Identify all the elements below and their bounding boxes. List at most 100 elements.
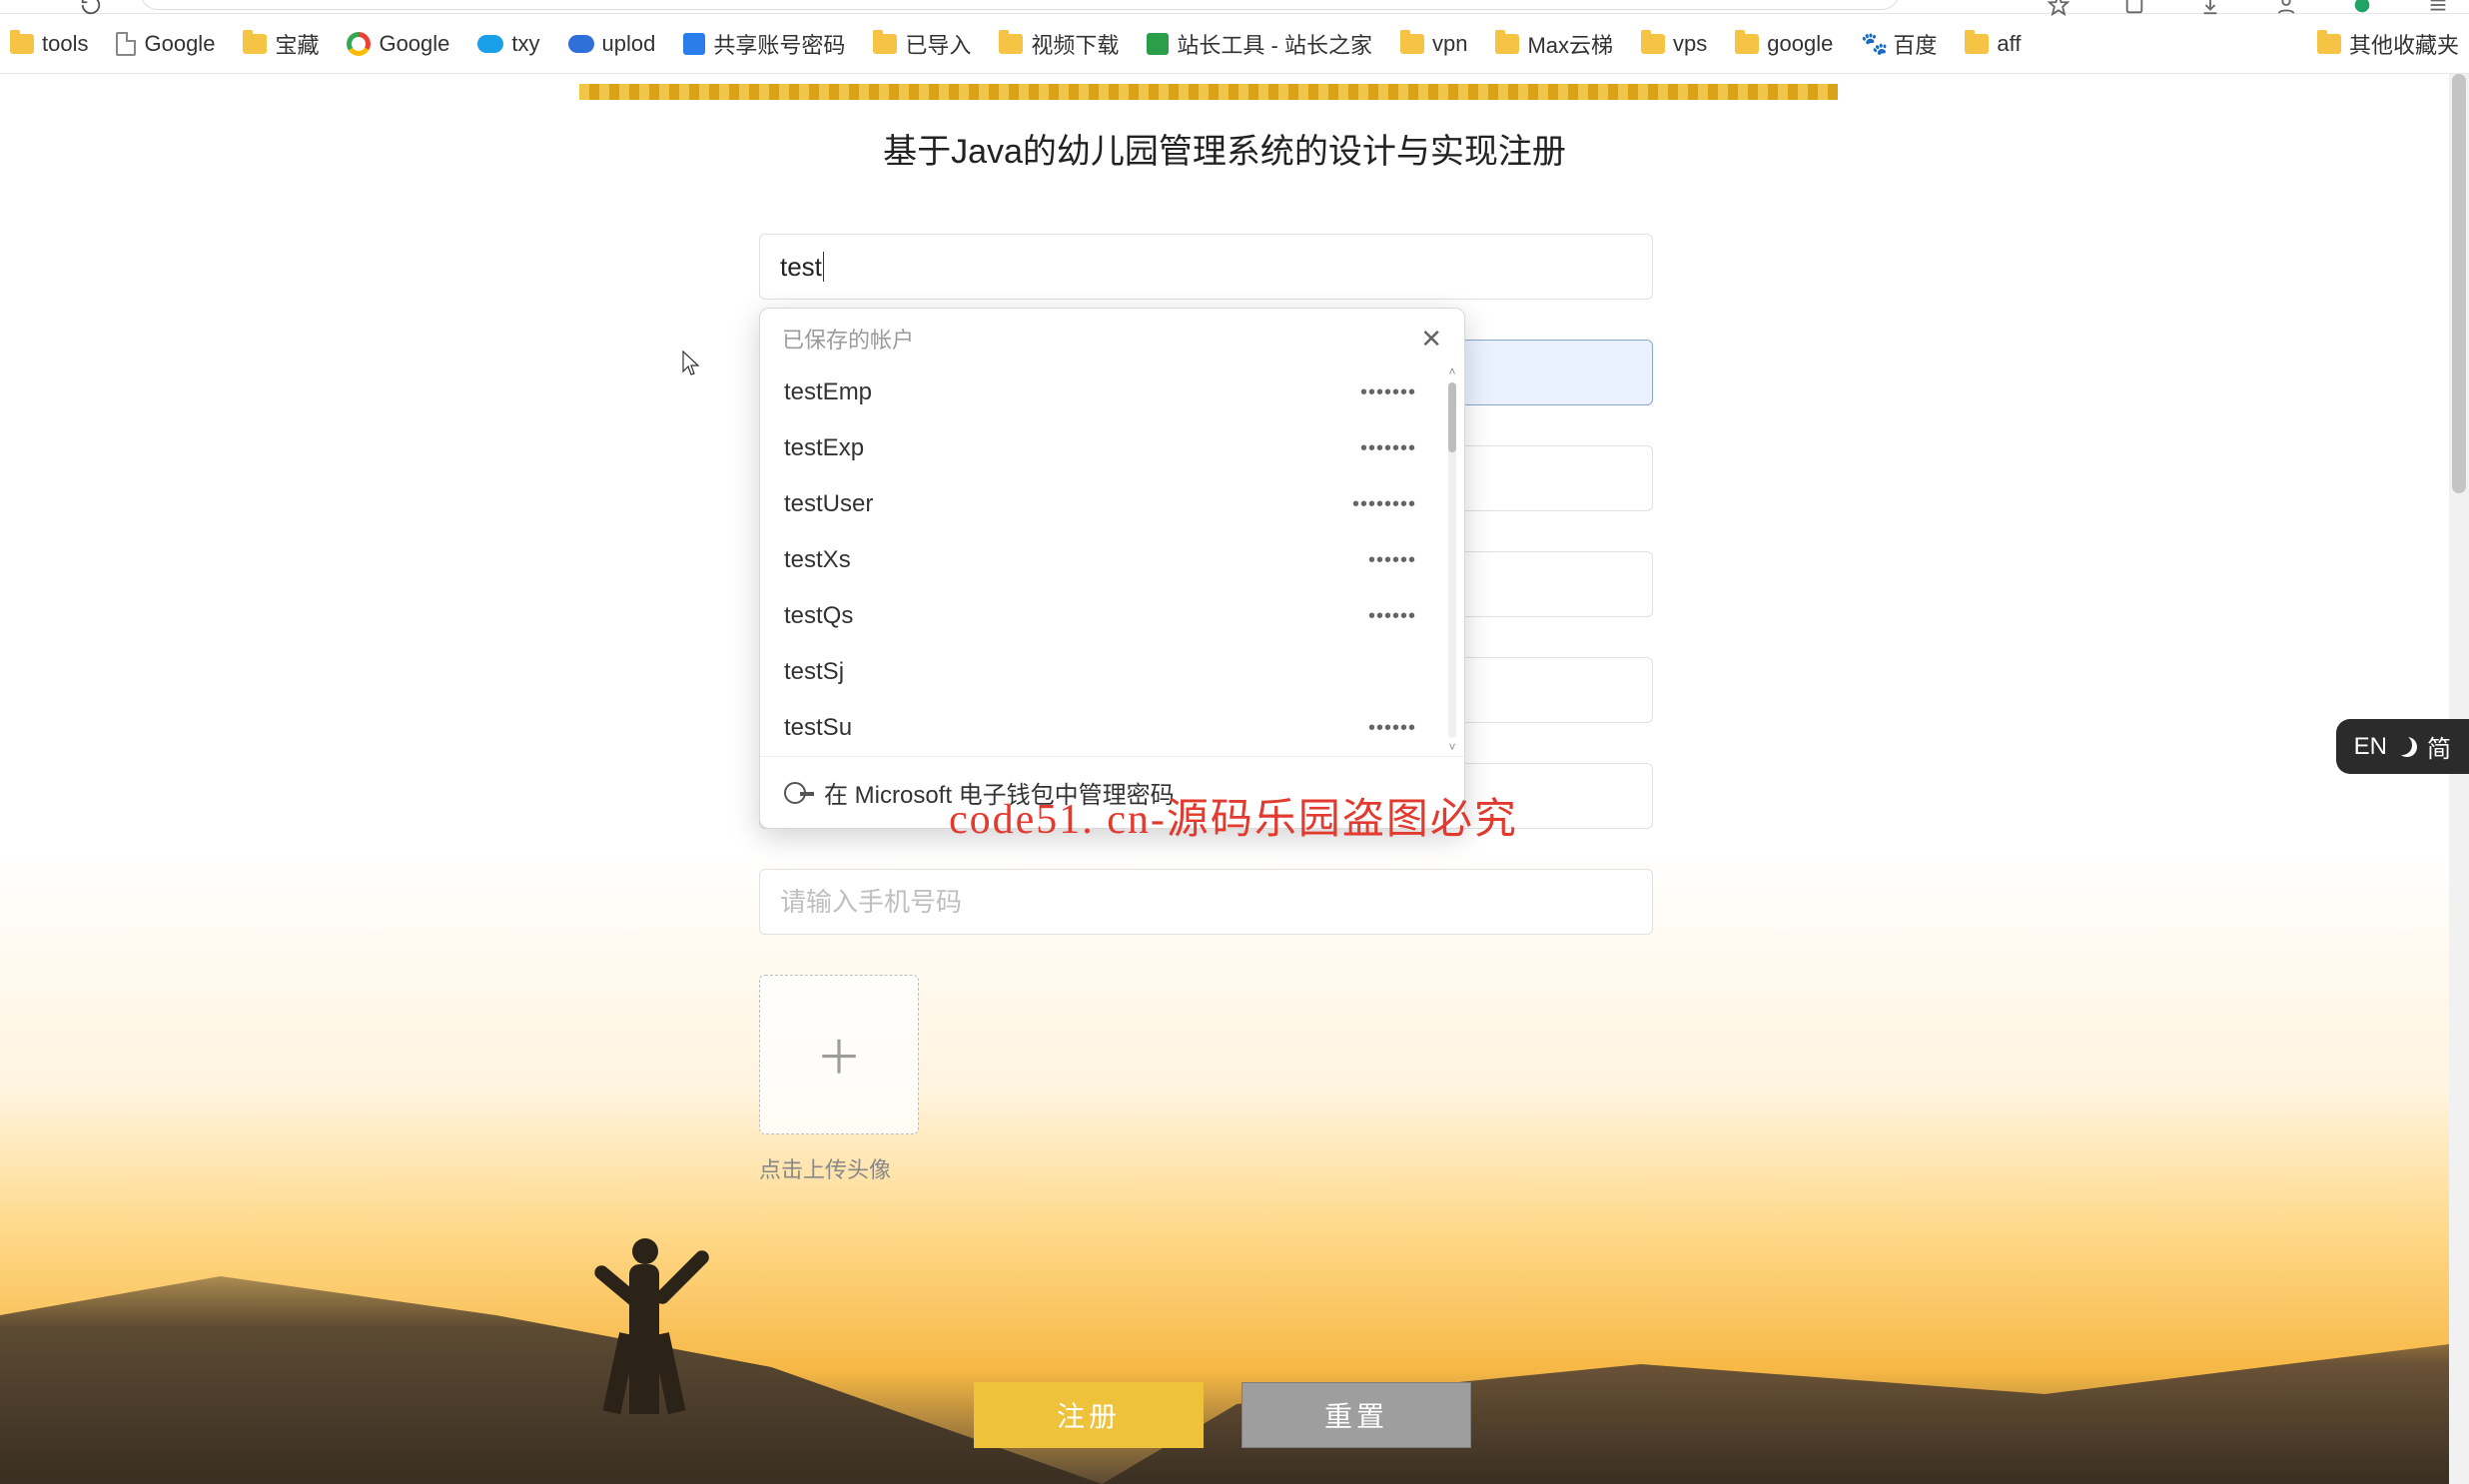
baidu-icon: 🐾 bbox=[1861, 32, 1885, 56]
bookmark-baidu[interactable]: 🐾 百度 bbox=[1861, 28, 1937, 60]
folder-icon bbox=[873, 34, 897, 54]
reset-button[interactable]: 重置 bbox=[1241, 1382, 1471, 1448]
account-password-mask: ••••••• bbox=[1360, 381, 1416, 404]
scroll-down-icon[interactable]: ˅ bbox=[1444, 740, 1460, 756]
avatar-upload-hint: 点击上传头像 bbox=[759, 1152, 1653, 1184]
username-value: test bbox=[780, 252, 822, 283]
bookmark-aff[interactable]: aff bbox=[1965, 31, 2021, 57]
avatar-upload[interactable]: ＋ bbox=[759, 975, 919, 1134]
plus-icon: ＋ bbox=[816, 1022, 862, 1088]
phone-input[interactable] bbox=[780, 887, 1632, 918]
bookmark-label: txy bbox=[511, 31, 539, 57]
bookmark-label: 共享账号密码 bbox=[713, 28, 845, 60]
cloud-icon bbox=[568, 35, 594, 53]
address-bar[interactable] bbox=[140, 0, 1900, 10]
bookmark-google-folder[interactable]: google bbox=[1735, 31, 1833, 57]
folder-icon bbox=[1735, 34, 1759, 54]
folder-icon bbox=[1641, 34, 1665, 54]
dropdown-list: testEmp ••••••• testExp ••••••• testUser••… bbox=[760, 365, 1464, 756]
background-silhouette bbox=[559, 1114, 739, 1414]
saved-account-item[interactable]: testSj bbox=[760, 644, 1440, 700]
bookmark-label: google bbox=[1767, 31, 1833, 57]
key-icon bbox=[784, 782, 806, 804]
bookmark-tools[interactable]: tools bbox=[10, 31, 88, 57]
folder-icon bbox=[1965, 34, 1989, 54]
manage-passwords-label: 在 Microsoft 电子钱包中管理密码 bbox=[824, 775, 1175, 810]
dropdown-header: 已保存的帐户 ✕ bbox=[760, 309, 1464, 365]
folder-icon bbox=[10, 34, 34, 54]
moon-icon bbox=[2397, 737, 2417, 757]
ime-indicator[interactable]: EN 简 bbox=[2336, 719, 2469, 774]
account-username: testEmp bbox=[784, 378, 872, 406]
ime-lang: EN bbox=[2354, 733, 2387, 761]
page-icon bbox=[116, 32, 136, 56]
saved-account-item[interactable]: testExp ••••••• bbox=[760, 420, 1440, 476]
key-icon bbox=[683, 33, 705, 55]
dropdown-title: 已保存的帐户 bbox=[782, 323, 914, 355]
saved-account-item[interactable]: testSu•••••• bbox=[760, 700, 1440, 756]
ime-mode: 简 bbox=[2427, 729, 2451, 764]
account-username: testExp bbox=[784, 434, 864, 462]
account-username: testQs bbox=[784, 602, 853, 630]
phone-field[interactable] bbox=[759, 869, 1653, 935]
bookmark-label: 已导入 bbox=[905, 28, 971, 60]
account-password-mask: •••••• bbox=[1368, 605, 1416, 628]
folder-icon bbox=[2317, 34, 2341, 54]
register-button[interactable]: 注册 bbox=[974, 1382, 1204, 1448]
bookmark-label: Max云梯 bbox=[1527, 28, 1613, 60]
bookmark-label: 视频下载 bbox=[1031, 28, 1119, 60]
bookmark-label: aff bbox=[1997, 31, 2021, 57]
bookmark-uplod[interactable]: uplod bbox=[568, 31, 656, 57]
scrollbar-thumb[interactable] bbox=[2452, 74, 2466, 493]
folder-icon bbox=[999, 34, 1023, 54]
bookmark-zhanzhang[interactable]: 站长工具 - 站长之家 bbox=[1147, 28, 1372, 60]
bookmark-vpn[interactable]: vpn bbox=[1400, 31, 1467, 57]
bookmark-maxyunti[interactable]: Max云梯 bbox=[1495, 28, 1613, 60]
bookmark-video-dl[interactable]: 视频下载 bbox=[999, 28, 1119, 60]
bookmark-baozang[interactable]: 宝藏 bbox=[243, 28, 319, 60]
close-icon[interactable]: ✕ bbox=[1420, 326, 1442, 352]
username-field[interactable]: test bbox=[759, 234, 1653, 300]
scroll-up-icon[interactable]: ˄ bbox=[1444, 365, 1460, 380]
bookmark-label: 百度 bbox=[1893, 28, 1937, 60]
folder-icon bbox=[1495, 34, 1519, 54]
bookmark-label: Google bbox=[379, 31, 449, 57]
folder-icon bbox=[1400, 34, 1424, 54]
text-caret bbox=[823, 252, 824, 282]
saved-account-item[interactable]: testEmp ••••••• bbox=[760, 365, 1440, 420]
bookmark-google-page[interactable]: Google bbox=[116, 31, 215, 57]
bookmark-shared-pwd[interactable]: 共享账号密码 bbox=[683, 28, 845, 60]
site-icon bbox=[1147, 33, 1169, 55]
bookmark-other[interactable]: 其他收藏夹 bbox=[2317, 28, 2459, 60]
bookmark-vps[interactable]: vps bbox=[1641, 31, 1707, 57]
account-password-mask: •••••••• bbox=[1352, 493, 1416, 516]
bookmark-label: 其他收藏夹 bbox=[2349, 28, 2459, 60]
page-viewport: 基于Java的幼儿园管理系统的设计与实现注册 test ＋ 点击上传头像 已有账… bbox=[0, 74, 2449, 1484]
bookmark-google[interactable]: Google bbox=[347, 31, 449, 57]
bookmarks-bar: tools Google 宝藏 Google txy uplod 共享账号密码 … bbox=[0, 14, 2469, 74]
saved-accounts-dropdown: 已保存的帐户 ✕ testEmp ••••••• testExp ••••••• t… bbox=[759, 308, 1465, 829]
account-username: testSu bbox=[784, 714, 852, 742]
account-password-mask: ••••••• bbox=[1360, 437, 1416, 460]
bookmark-label: vps bbox=[1673, 31, 1707, 57]
bookmark-label: vpn bbox=[1432, 31, 1467, 57]
bookmark-imported[interactable]: 已导入 bbox=[873, 28, 971, 60]
manage-passwords-link[interactable]: 在 Microsoft 电子钱包中管理密码 bbox=[760, 756, 1464, 828]
dropdown-scrollbar[interactable]: ˄ ˅ bbox=[1444, 365, 1460, 756]
dropdown-body: testEmp ••••••• testExp ••••••• testUser••… bbox=[760, 365, 1464, 756]
bookmark-label: Google bbox=[144, 31, 215, 57]
account-password-mask: •••••• bbox=[1368, 549, 1416, 572]
saved-account-item[interactable]: testXs•••••• bbox=[760, 532, 1440, 588]
bookmark-label: tools bbox=[42, 31, 88, 57]
google-icon bbox=[347, 32, 371, 56]
bookmark-label: 宝藏 bbox=[275, 28, 319, 60]
page-scrollbar[interactable] bbox=[2449, 74, 2469, 1484]
browser-chrome-strip bbox=[0, 0, 2469, 14]
scroll-thumb[interactable] bbox=[1448, 382, 1456, 452]
account-username: testSj bbox=[784, 658, 844, 686]
bookmark-label: uplod bbox=[602, 31, 656, 57]
bookmark-txy[interactable]: txy bbox=[477, 31, 539, 57]
saved-account-item[interactable]: testUser•••••••• bbox=[760, 476, 1440, 532]
saved-account-item[interactable]: testQs •••••• bbox=[760, 588, 1440, 644]
folder-icon bbox=[243, 34, 267, 54]
